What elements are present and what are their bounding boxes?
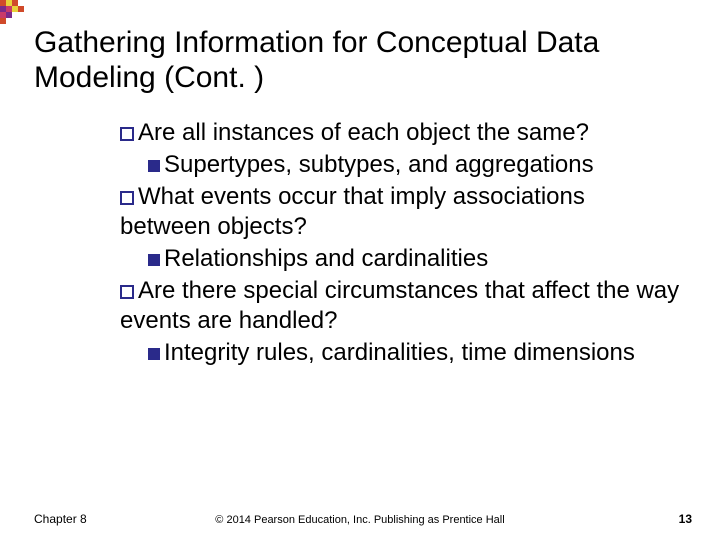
bullet-q3: Are there special circumstances that aff… bbox=[120, 276, 680, 336]
solid-square-icon bbox=[148, 160, 160, 172]
solid-square-icon bbox=[148, 348, 160, 360]
slide-title: Gathering Information for Conceptual Dat… bbox=[34, 26, 674, 95]
bullet-text: Are all instances of each object the sam… bbox=[138, 119, 589, 146]
bullet-a1: Supertypes, subtypes, and aggregations bbox=[120, 150, 680, 180]
slide: Gathering Information for Conceptual Dat… bbox=[0, 0, 720, 540]
bullet-q2: What events occur that imply association… bbox=[120, 182, 680, 242]
hollow-square-icon bbox=[120, 285, 134, 299]
bullet-text: Are there special circumstances that aff… bbox=[120, 277, 679, 334]
footer-page-number: 13 bbox=[679, 512, 692, 526]
bullet-q1: Are all instances of each object the sam… bbox=[120, 118, 680, 148]
slide-body: Are all instances of each object the sam… bbox=[120, 118, 680, 370]
hollow-square-icon bbox=[120, 127, 134, 141]
bullet-text: Relationships and cardinalities bbox=[164, 245, 488, 272]
bullet-text: Supertypes, subtypes, and aggregations bbox=[164, 151, 594, 178]
bullet-a3: Integrity rules, cardinalities, time dim… bbox=[120, 338, 680, 368]
bullet-text: Integrity rules, cardinalities, time dim… bbox=[164, 339, 635, 366]
footer-copyright: © 2014 Pearson Education, Inc. Publishin… bbox=[0, 514, 720, 526]
solid-square-icon bbox=[148, 254, 160, 266]
hollow-square-icon bbox=[120, 191, 134, 205]
bullet-a2: Relationships and cardinalities bbox=[120, 244, 680, 274]
bullet-text: What events occur that imply association… bbox=[120, 183, 585, 240]
